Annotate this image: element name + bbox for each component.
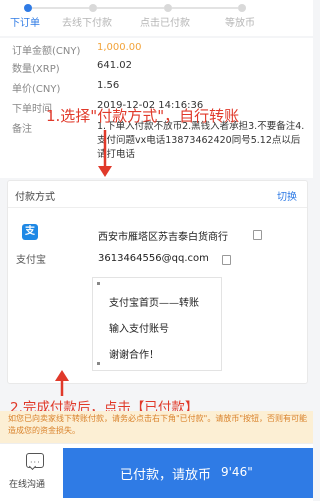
payment-method-card: 付款方式 切换 支 支付宝 西安市雁塔区苏吉泰白货商行 3613464556@q… [7, 180, 308, 384]
step-dot-1 [24, 4, 32, 12]
amount-value: 1,000.00 [97, 42, 142, 53]
quantity-label: 数量(XRP) [12, 64, 60, 75]
step-dot-2 [89, 4, 97, 12]
payee-name: 西安市雁塔区苏吉泰白货商行 [98, 232, 228, 243]
quantity-value: 641.02 [97, 60, 132, 71]
warning-text: 如您已向卖家线下转账付款，请务必点击右下角"已付款"。请放币"按钮，否则有可能造… [8, 414, 308, 435]
payment-method-name: 支付宝 [16, 255, 46, 266]
switch-payment-button[interactable]: 切换 [277, 188, 297, 203]
price-label: 单价(CNY) [12, 84, 61, 95]
instruction-line: 谢谢合作！ [109, 350, 159, 361]
warning-banner: 如您已向卖家线下转账付款，请务必点击右下角"已付款"。请放币"按钮，否则有可能造… [0, 411, 313, 443]
copy-payee-icon[interactable] [253, 230, 262, 240]
order-row-price: 单价(CNY) 1.56 [0, 80, 313, 96]
step-connector [97, 7, 164, 9]
order-row-amount: 订单金额(CNY) 1,000.00 [0, 42, 313, 58]
note-label: 备注 [12, 124, 32, 135]
instruction-line: 输入支付账号 [109, 324, 169, 335]
copy-account-icon[interactable] [222, 255, 231, 265]
payee-account: 3613464556@qq.com [98, 253, 209, 264]
step-label-pay-offline: 去线下付款 [62, 18, 112, 29]
payment-method-title: 付款方式 [15, 192, 55, 203]
alipay-icon: 支 [22, 224, 38, 240]
step-label-place-order: 下订单 [10, 18, 40, 29]
step-connector [32, 7, 89, 9]
step-label-await-release: 等放币 [225, 18, 255, 29]
corner-mark-icon [97, 362, 100, 365]
online-chat-label: 在线沟通 [9, 480, 46, 490]
step-label-click-paid: 点击已付款 [140, 18, 190, 29]
progress-steps: 下订单 去线下付款 点击已付款 等放币 [0, 0, 313, 36]
step-dot-4 [238, 4, 246, 12]
payment-card-header: 付款方式 切换 [8, 181, 307, 208]
countdown-timer: 9'46" [221, 465, 253, 479]
payment-instructions-image: 支付宝首页——转账 输入支付账号 谢谢合作！ [92, 277, 222, 371]
step-dot-3 [164, 4, 172, 12]
note-text: 1.下单入付款不放币2.黑钱入者承担3.不要备注4.支付问题vx电话138734… [97, 121, 305, 160]
step-connector [172, 7, 238, 9]
instruction-line: 支付宝首页——转账 [109, 298, 199, 309]
bottom-bar: ··· 在线沟通 已付款，请放币 9'46" [0, 443, 313, 501]
amount-label: 订单金额(CNY) [12, 46, 81, 57]
chat-dots-icon: ··· [30, 458, 41, 467]
paid-release-button[interactable]: 已付款，请放币 9'46" [63, 448, 313, 498]
price-value: 1.56 [97, 80, 120, 91]
annotation-step1: 1.选择"付款方式"，自行转账 [46, 107, 240, 125]
corner-mark-icon [97, 282, 100, 285]
paid-button-label: 已付款，请放币 [120, 468, 212, 483]
order-row-quantity: 数量(XRP) 641.02 [0, 60, 313, 76]
